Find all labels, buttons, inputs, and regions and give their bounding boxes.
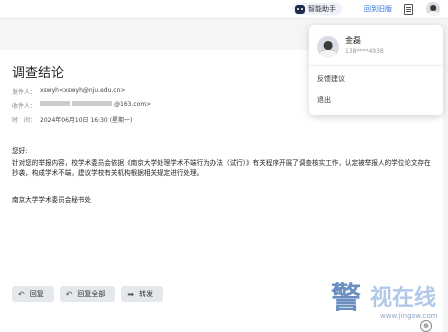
to-value[interactable]: @163.com> [114, 101, 151, 110]
from-label: 发件人： [12, 89, 37, 96]
user-name: 金磊 [345, 36, 361, 45]
watermark: 警 视在线 www.jingsw.com [326, 276, 446, 330]
feedback-menu-item[interactable]: 反馈建议 [317, 74, 345, 84]
user-phone: 138****4938 [345, 48, 384, 55]
top-bar: 智能助手 回到旧版 [0, 0, 448, 19]
user-avatar[interactable] [426, 2, 440, 16]
reply-button[interactable]: ↶ 回复 [12, 286, 54, 302]
time-row: 时 间： 2024年06月10日 16:30 (星期一) [12, 115, 132, 124]
reply-all-label: 回复全部 [77, 290, 106, 298]
assistant-label: 智能助手 [308, 5, 336, 13]
dropdown-avatar [317, 36, 339, 58]
reply-all-icon: ↶ [65, 289, 73, 299]
email-greeting: 您好: [12, 147, 28, 155]
watermark-url: www.jingsw.com [380, 312, 438, 320]
robot-icon [295, 4, 305, 14]
email-body: 针对您的举报内容，校学术委员会依据《南京大学处理学术不端行为办法（试行）》有关程… [12, 159, 431, 177]
redacted-recipient [40, 101, 70, 106]
time-value: 2024年06月10日 16:30 (星期一) [40, 117, 133, 124]
watermark-logo-icon: 警 [331, 281, 361, 316]
from-value[interactable]: xswyh<xswyh@nju.edu.cn> [40, 87, 125, 96]
email-signature: 南京大学学术委员会秘书处 [12, 196, 92, 204]
email-actions: ↶ 回复 ↶ 回复全部 ➡ 转发 [12, 286, 164, 302]
reply-icon: ↶ [18, 289, 25, 299]
assistant-button[interactable]: 智能助手 [292, 3, 342, 15]
from-row: 发件人： xswyh<xswyh@nju.edu.cn> [12, 87, 125, 96]
time-label: 时 间： [12, 117, 37, 124]
to-row: 收件人： @163.com> [12, 101, 151, 110]
svg-text:警: 警 [331, 281, 361, 316]
divider [309, 65, 443, 66]
reply-all-button[interactable]: ↶ 回复全部 [59, 286, 116, 302]
document-icon[interactable] [404, 4, 413, 15]
watermark-text: 视在线 [370, 285, 437, 311]
user-dropdown-menu: 金磊 138****4938 反馈建议 退出 [309, 25, 443, 115]
forward-button[interactable]: ➡ 转发 [121, 286, 164, 302]
email-subject: 调查结论 [12, 66, 65, 81]
redacted-recipient [72, 101, 112, 106]
logout-menu-item[interactable]: 退出 [317, 95, 331, 105]
return-old-version-link[interactable]: 回到旧版 [364, 4, 392, 14]
reply-label: 回复 [29, 290, 44, 298]
forward-icon: ➡ [127, 289, 135, 299]
to-label: 收件人： [12, 103, 37, 110]
forward-label: 转发 [139, 290, 154, 298]
